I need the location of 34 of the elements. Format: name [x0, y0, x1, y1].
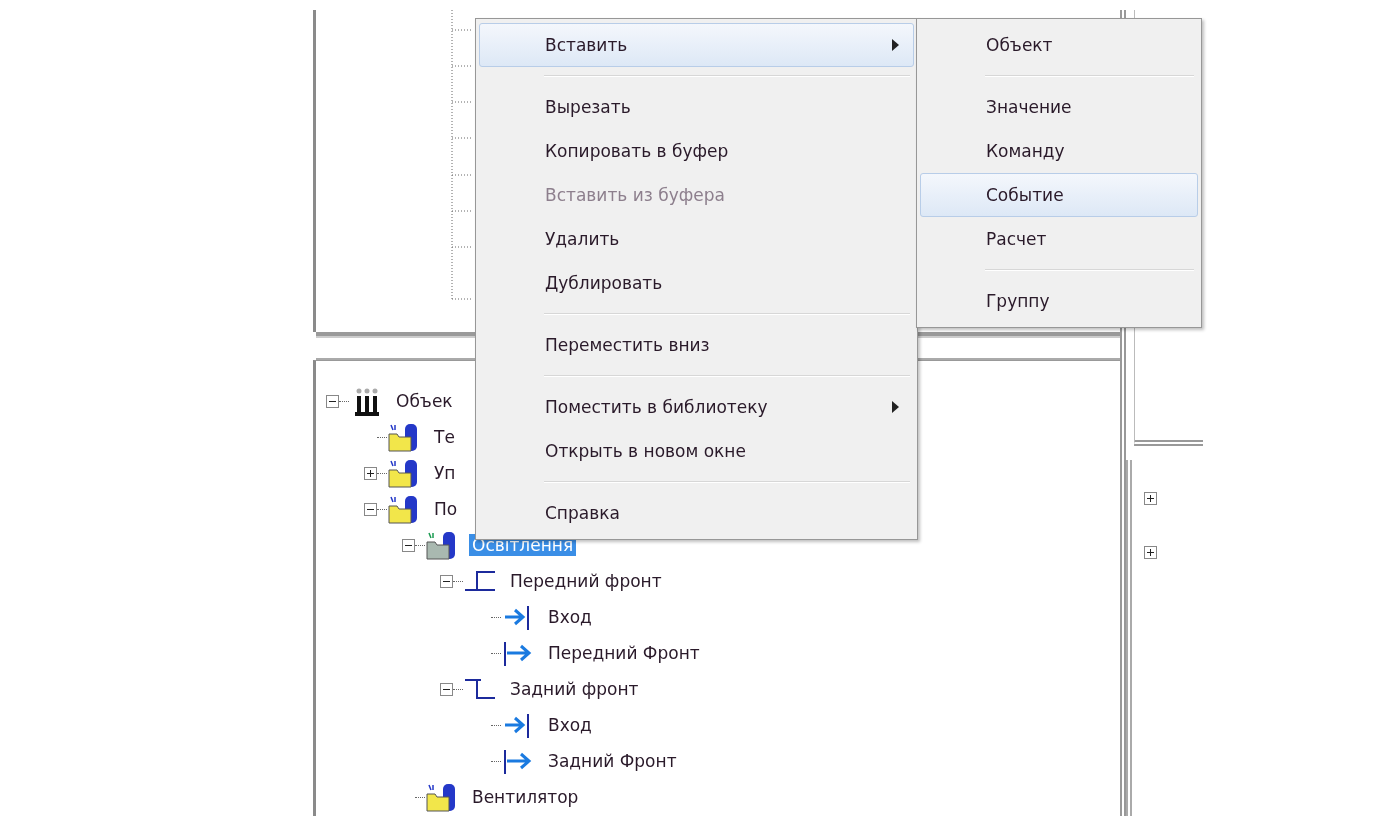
menu-item[interactable]: Поместить в библиотеку — [479, 385, 914, 429]
expand-icon[interactable] — [364, 466, 377, 480]
tree-item[interactable]: Передний Фронт — [545, 642, 703, 664]
menu-item[interactable]: Команду — [920, 129, 1198, 173]
tree-item[interactable]: По — [431, 498, 461, 520]
tree-item[interactable]: Уп — [431, 462, 459, 484]
tree-item[interactable]: Объек — [393, 390, 456, 412]
menu-item[interactable]: Справка — [479, 491, 914, 535]
tree-item[interactable]: Вентилятор — [469, 786, 582, 808]
expand-icon[interactable] — [1143, 545, 1157, 559]
menu-item[interactable]: Объект — [920, 23, 1198, 67]
menu-item[interactable]: Открыть в новом окне — [479, 429, 914, 473]
tree-item[interactable]: Вход — [545, 606, 595, 628]
tree-item[interactable]: Передний фронт — [507, 570, 665, 592]
tree-item[interactable]: Задний Фронт — [545, 750, 680, 772]
collapse-icon[interactable] — [364, 502, 377, 516]
menu-item[interactable]: Расчет — [920, 217, 1198, 261]
collapse-icon[interactable] — [326, 394, 339, 408]
collapse-icon[interactable] — [440, 682, 453, 696]
menu-item[interactable]: Вырезать — [479, 85, 914, 129]
menu-item[interactable]: Переместить вниз — [479, 323, 914, 367]
menu-item[interactable]: Группу — [920, 279, 1198, 323]
tree-item[interactable]: Задний фронт — [507, 678, 642, 700]
menu-item[interactable]: Копировать в буфер — [479, 129, 914, 173]
menu-item[interactable]: Дублировать — [479, 261, 914, 305]
tree-item[interactable]: Те — [431, 426, 458, 448]
collapse-icon[interactable] — [440, 574, 453, 588]
menu-item[interactable]: Событие — [920, 173, 1198, 217]
collapse-icon[interactable] — [402, 538, 415, 552]
menu-item[interactable]: Вставить — [479, 23, 914, 67]
expand-icon[interactable] — [1143, 491, 1157, 505]
menu-item[interactable]: Удалить — [479, 217, 914, 261]
tree-item[interactable]: Вход — [545, 714, 595, 736]
menu-item[interactable]: Значение — [920, 85, 1198, 129]
